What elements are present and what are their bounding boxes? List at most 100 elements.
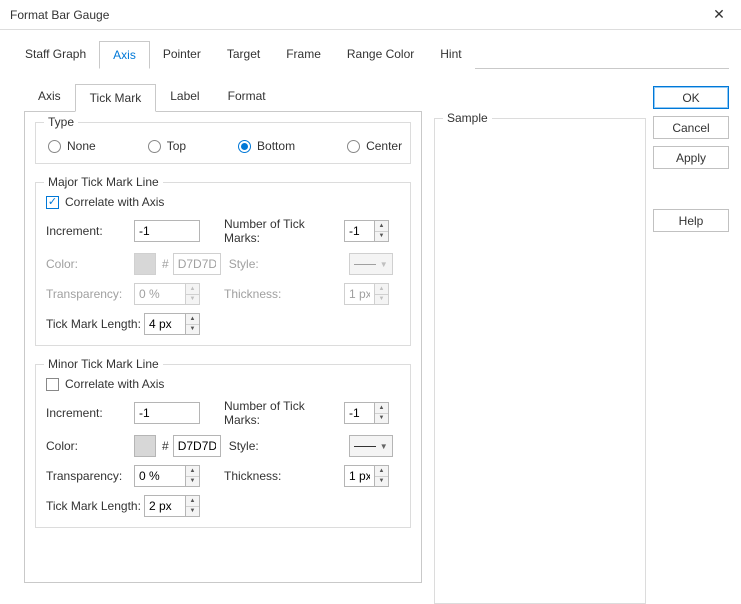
line-icon — [354, 264, 376, 265]
major-trans-row: Transparency: ▲ ▼ Thickness: ▲ ▼ — [46, 283, 400, 305]
type-fieldset: Type None Top Bottom Center — [35, 122, 411, 164]
chevron-up-icon[interactable]: ▲ — [375, 221, 388, 232]
minor-len-spinner[interactable]: ▲ ▼ — [144, 495, 200, 517]
chevron-down-icon[interactable]: ▼ — [375, 477, 388, 487]
major-trans-spinner: ▲ ▼ — [134, 283, 200, 305]
major-increment-row: Increment: Number of Tick Marks: ▲ ▼ — [46, 217, 400, 245]
chevron-down-icon[interactable]: ▼ — [375, 232, 388, 242]
major-legend: Major Tick Mark Line — [44, 175, 163, 189]
major-trans-input — [134, 283, 185, 305]
hash-label: # — [162, 257, 169, 271]
radio-label: None — [67, 139, 96, 153]
minor-increment-row: Increment: Number of Tick Marks: ▲ ▼ — [46, 399, 400, 427]
spinner-buttons[interactable]: ▲ ▼ — [185, 313, 200, 335]
minor-trans-input[interactable] — [134, 465, 185, 487]
minor-style-label: Style: — [229, 439, 349, 453]
minor-increment-input[interactable] — [134, 402, 200, 424]
tab-frame[interactable]: Frame — [273, 41, 334, 69]
major-correlate-label: Correlate with Axis — [65, 195, 164, 209]
minor-increment-label: Increment: — [46, 406, 134, 420]
close-button[interactable]: ✕ — [697, 0, 741, 30]
ok-button[interactable]: OK — [653, 86, 729, 109]
major-num-label: Number of Tick Marks: — [224, 217, 344, 245]
minor-color-swatch[interactable] — [134, 435, 156, 457]
chevron-up-icon[interactable]: ▲ — [375, 466, 388, 477]
tab-staff-graph[interactable]: Staff Graph — [12, 41, 99, 69]
chevron-up-icon[interactable]: ▲ — [186, 466, 199, 477]
radio-center[interactable]: Center — [347, 139, 402, 153]
minor-correlate-row: Correlate with Axis — [46, 377, 400, 391]
tab-hint[interactable]: Hint — [427, 41, 474, 69]
minor-style-dropdown[interactable]: ▼ — [349, 435, 393, 457]
spinner-buttons[interactable]: ▲ ▼ — [185, 465, 200, 487]
major-correlate-checkbox[interactable] — [46, 196, 59, 209]
major-fieldset: Major Tick Mark Line Correlate with Axis… — [35, 182, 411, 346]
chevron-down-icon[interactable]: ▼ — [186, 477, 199, 487]
chevron-up-icon[interactable]: ▲ — [375, 403, 388, 414]
minor-color-label: Color: — [46, 439, 134, 453]
tab-range-color[interactable]: Range Color — [334, 41, 427, 69]
major-len-spinner[interactable]: ▲ ▼ — [144, 313, 200, 335]
major-len-label: Tick Mark Length: — [46, 317, 144, 331]
radio-top[interactable]: Top — [148, 139, 186, 153]
minor-len-input[interactable] — [144, 495, 185, 517]
subtab-axis[interactable]: Axis — [24, 83, 75, 111]
major-color-swatch — [134, 253, 156, 275]
chevron-up-icon[interactable]: ▲ — [186, 496, 199, 507]
minor-thick-spinner[interactable]: ▲ ▼ — [344, 465, 389, 487]
type-legend: Type — [44, 115, 78, 129]
hash-label: # — [162, 439, 169, 453]
chevron-up-icon: ▲ — [186, 284, 199, 295]
major-color-input — [173, 253, 221, 275]
cancel-button[interactable]: Cancel — [653, 116, 729, 139]
minor-num-input[interactable] — [344, 402, 374, 424]
line-icon — [354, 446, 376, 447]
sub-content: Type None Top Bottom Center — [24, 111, 422, 583]
subtab-label[interactable]: Label — [156, 83, 213, 111]
chevron-down-icon[interactable]: ▼ — [186, 507, 199, 517]
major-num-input[interactable] — [344, 220, 374, 242]
spinner-buttons[interactable]: ▲ ▼ — [374, 465, 389, 487]
tab-pointer[interactable]: Pointer — [150, 41, 214, 69]
subtab-tick-mark[interactable]: Tick Mark — [75, 84, 157, 112]
minor-correlate-label: Correlate with Axis — [65, 377, 164, 391]
minor-correlate-checkbox[interactable] — [46, 378, 59, 391]
major-correlate-row: Correlate with Axis — [46, 195, 400, 209]
major-num-spinner[interactable]: ▲ ▼ — [344, 220, 389, 242]
minor-trans-spinner[interactable]: ▲ ▼ — [134, 465, 200, 487]
radio-none[interactable]: None — [48, 139, 96, 153]
chevron-down-icon[interactable]: ▼ — [186, 325, 199, 335]
close-icon: ✕ — [713, 6, 725, 23]
minor-len-row: Tick Mark Length: ▲ ▼ — [46, 495, 400, 517]
minor-legend: Minor Tick Mark Line — [44, 357, 163, 371]
dialog-content: Staff Graph Axis Pointer Target Frame Ra… — [0, 30, 741, 604]
major-len-row: Tick Mark Length: ▲ ▼ — [46, 313, 400, 335]
minor-num-spinner[interactable]: ▲ ▼ — [344, 402, 389, 424]
chevron-down-icon: ▼ — [375, 295, 388, 305]
chevron-up-icon[interactable]: ▲ — [186, 314, 199, 325]
radio-icon — [347, 140, 360, 153]
chevron-up-icon: ▲ — [375, 284, 388, 295]
major-style-label: Style: — [229, 257, 349, 271]
tab-target[interactable]: Target — [214, 41, 273, 69]
minor-thick-label: Thickness: — [224, 469, 344, 483]
major-increment-input[interactable] — [134, 220, 200, 242]
major-color-label: Color: — [46, 257, 134, 271]
spinner-buttons[interactable]: ▲ ▼ — [374, 402, 389, 424]
spinner-buttons[interactable]: ▲ ▼ — [185, 495, 200, 517]
apply-button[interactable]: Apply — [653, 146, 729, 169]
major-len-input[interactable] — [144, 313, 185, 335]
minor-color-input[interactable] — [173, 435, 221, 457]
tab-axis[interactable]: Axis — [99, 41, 150, 69]
subtab-format[interactable]: Format — [214, 83, 280, 111]
chevron-down-icon[interactable]: ▼ — [375, 414, 388, 424]
help-button[interactable]: Help — [653, 209, 729, 232]
major-increment-label: Increment: — [46, 224, 134, 238]
minor-thick-input[interactable] — [344, 465, 374, 487]
radio-bottom[interactable]: Bottom — [238, 139, 295, 153]
spinner-buttons[interactable]: ▲ ▼ — [374, 220, 389, 242]
major-color-row: Color: # Style: ▼ — [46, 253, 400, 275]
major-thick-spinner: ▲ ▼ — [344, 283, 389, 305]
spinner-buttons: ▲ ▼ — [185, 283, 200, 305]
tabs-top: Staff Graph Axis Pointer Target Frame Ra… — [12, 40, 729, 69]
